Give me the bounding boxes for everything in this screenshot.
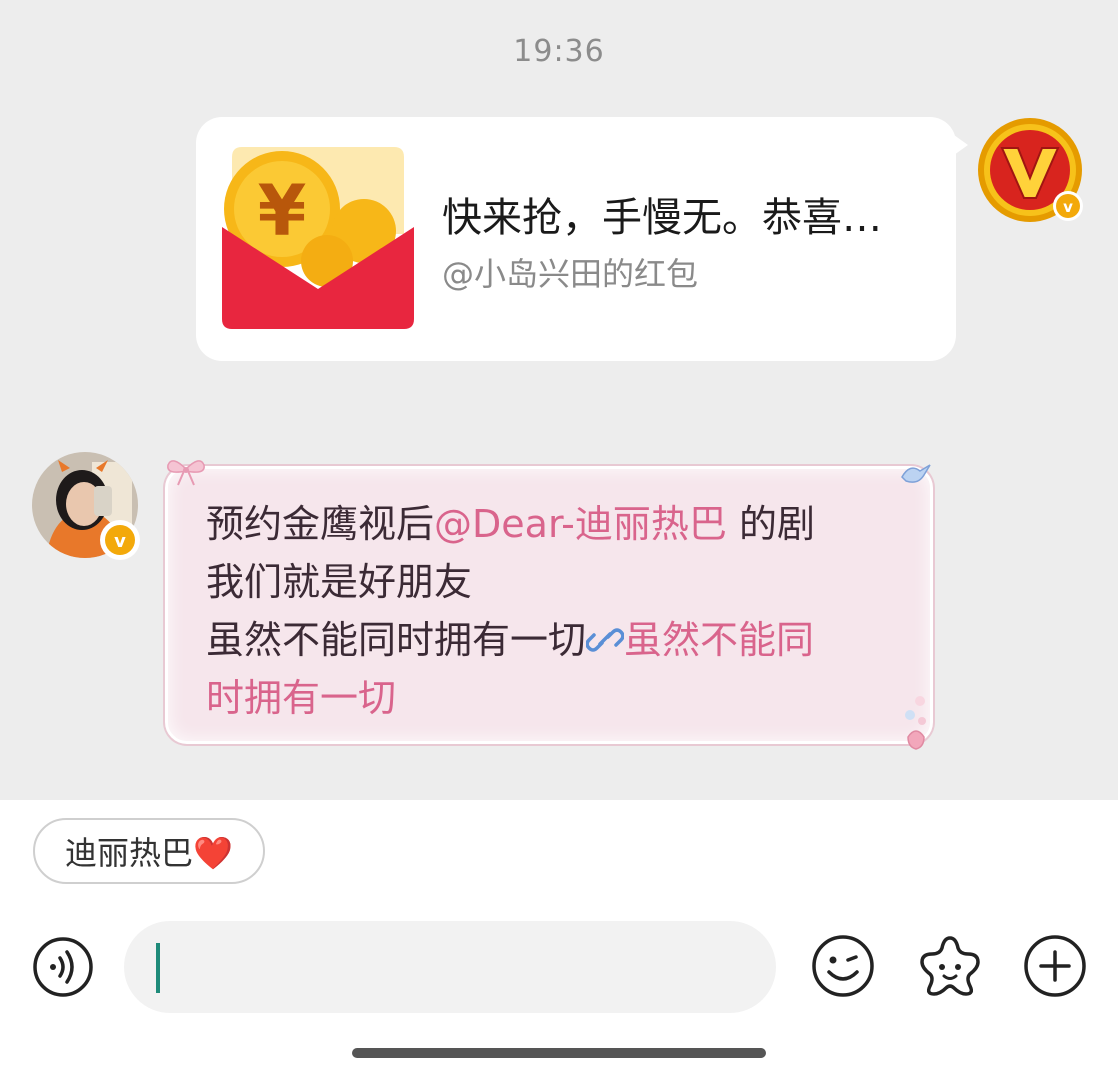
red-packet-message[interactable]: ¥ 快来抢，手慢无。恭喜… @小岛兴田的红包: [196, 117, 968, 361]
home-indicator[interactable]: [352, 1048, 766, 1058]
red-packet-title: 快来抢，手慢无。恭喜…: [442, 195, 882, 241]
svg-text:¥: ¥: [258, 170, 307, 252]
red-packet-subtitle: @小岛兴田的红包: [442, 255, 699, 293]
message-line-1: 预约金鹰视后@Dear-迪丽热巴 的剧: [206, 495, 906, 553]
emoji-icon[interactable]: [811, 934, 875, 998]
flower-decoration-icon: [905, 696, 926, 750]
mention-link[interactable]: @Dear-迪丽热巴: [434, 502, 727, 546]
friend-message-text: 预约金鹰视后@Dear-迪丽热巴 的剧 我们就是好朋友 虽然不能同时拥有一切 虽然…: [206, 495, 906, 727]
friend-message-bubble[interactable]: 预约金鹰视后@Dear-迪丽热巴 的剧 我们就是好朋友 虽然不能同时拥有一切 虽然…: [165, 460, 933, 750]
voice-icon[interactable]: [32, 936, 94, 998]
message-line-2: 我们就是好朋友: [206, 560, 473, 604]
plus-icon[interactable]: [1023, 934, 1087, 998]
sticker-icon[interactable]: [916, 932, 984, 1000]
svg-text:v: v: [114, 531, 126, 552]
self-avatar[interactable]: v: [976, 116, 1084, 224]
message-line-3: 虽然不能同时拥有一切 虽然不能同: [206, 611, 906, 669]
text-caret: [156, 943, 160, 993]
web-link[interactable]: 虽然不能同: [624, 618, 814, 662]
message-timestamp: 19:36: [513, 34, 605, 69]
message-text: 虽然不能同时拥有一切: [206, 618, 587, 662]
svg-text:v: v: [1063, 198, 1073, 216]
chat-area: 19:36 ¥ 快来抢，手慢无。恭喜… @小岛兴田的红包 v v 预约金鹰视后@…: [0, 0, 1118, 800]
web-link-continued[interactable]: 时拥有一切: [206, 669, 906, 727]
suggestion-chip[interactable]: 迪丽热巴❤️: [33, 818, 265, 884]
bird-decoration-icon: [901, 464, 931, 483]
message-text: 预约金鹰视后: [206, 502, 435, 546]
link-icon: [585, 628, 625, 652]
bow-decoration-icon: [167, 460, 205, 486]
message-text: 的剧: [726, 502, 815, 546]
verified-badge-icon: v: [100, 520, 140, 560]
message-input[interactable]: [124, 921, 776, 1013]
red-packet-icon: ¥: [222, 147, 414, 329]
